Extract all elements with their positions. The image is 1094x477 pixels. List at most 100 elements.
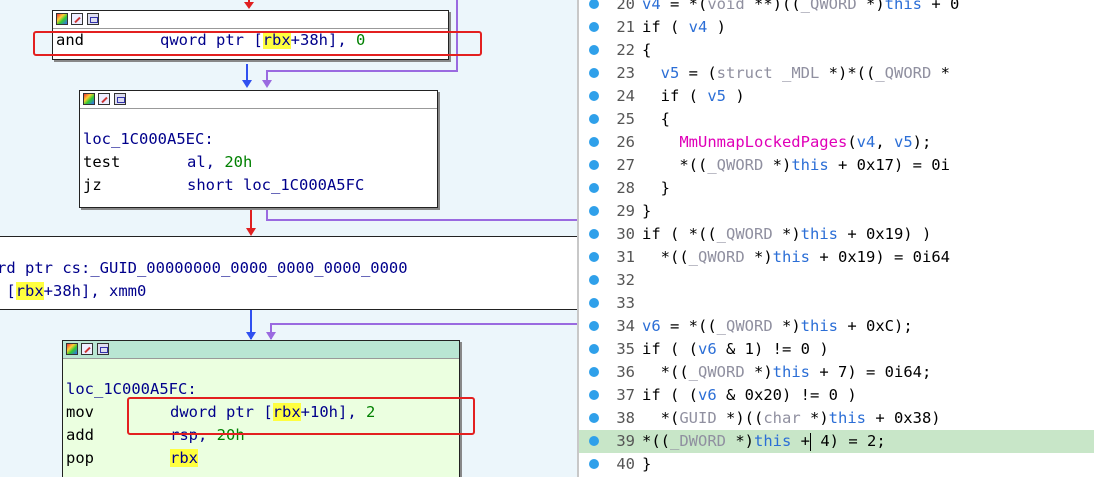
code-text: MmUnmapLockedPages(v4, v5);	[679, 133, 932, 151]
line-number: 31	[616, 248, 635, 266]
breakpoint-dot-icon[interactable]	[589, 367, 599, 377]
arrow-head	[262, 80, 272, 88]
line-number: 20	[616, 0, 635, 13]
breakpoint-dot-icon[interactable]	[589, 137, 599, 147]
arrow-head	[246, 332, 256, 340]
asm-line[interactable]: test al, 20h	[80, 151, 437, 174]
code-line[interactable]: 22 {	[579, 39, 1094, 62]
breakpoint-dot-icon[interactable]	[589, 68, 599, 78]
code-line[interactable]: 33	[579, 292, 1094, 315]
breakpoint-dot-icon[interactable]	[589, 91, 599, 101]
code-line[interactable]: 39 *((_DWORD *)this + 4) = 2;	[579, 430, 1094, 453]
code-text: }	[642, 202, 652, 220]
asm-line[interactable]: [rbx+38h], xmm0	[0, 280, 577, 303]
code-text: if ( *((_QWORD *)this + 0x19) )	[642, 225, 932, 243]
breakpoint-dot-icon[interactable]	[589, 183, 599, 193]
jump-target-link[interactable]: short loc_1C000A5FC	[187, 176, 364, 194]
breakpoint-dot-icon[interactable]	[589, 160, 599, 170]
line-number: 23	[616, 64, 635, 82]
code-text: v6 = *((_QWORD *)this + 0xC);	[642, 317, 913, 335]
edit-icon[interactable]	[71, 13, 83, 25]
breakpoint-dot-icon[interactable]	[589, 252, 599, 262]
breakpoint-dot-icon[interactable]	[589, 436, 599, 446]
window-icon[interactable]	[114, 93, 126, 105]
code-line[interactable]: 38 *(GUID *)((char *)this + 0x38)	[579, 407, 1094, 430]
breakpoint-dot-icon[interactable]	[589, 344, 599, 354]
code-line[interactable]: 31 *((_QWORD *)this + 0x19) = 0i64	[579, 246, 1094, 269]
breakpoint-dot-icon[interactable]	[589, 0, 599, 9]
text-caret	[810, 432, 811, 451]
breakpoint-dot-icon[interactable]	[589, 275, 599, 285]
breakpoint-dot-icon[interactable]	[589, 114, 599, 124]
operand-text: [	[6, 282, 16, 300]
line-number: 33	[616, 294, 635, 312]
location-label: loc_1C000A5FC:	[66, 380, 197, 398]
register-highlight: rbx	[170, 449, 198, 467]
code-text: {	[642, 110, 670, 128]
line-number: 24	[616, 87, 635, 105]
breakpoint-dot-icon[interactable]	[589, 22, 599, 32]
node-header	[63, 341, 459, 359]
window-icon[interactable]	[97, 343, 109, 355]
register-highlight: rbx	[15, 282, 44, 300]
arrow-head	[242, 80, 252, 88]
graph-colors-icon[interactable]	[83, 93, 95, 105]
graph-node-2[interactable]: loc_1C000A5EC: test al, 20h jz short loc_1…	[79, 90, 438, 208]
annotation-box	[33, 31, 482, 56]
line-number: 38	[616, 409, 635, 427]
graph-node-partial[interactable]: rd ptr cs:_GUID_00000000_0000_0000_0000_…	[0, 236, 577, 310]
asm-line[interactable]: pop rbx	[63, 447, 459, 470]
code-line[interactable]: 28 }	[579, 177, 1094, 200]
mnemonic: test	[83, 153, 121, 171]
code-line[interactable]: 35 if ( (v6 & 1) != 0 )	[579, 338, 1094, 361]
code-line[interactable]: 32	[579, 269, 1094, 292]
breakpoint-dot-icon[interactable]	[589, 229, 599, 239]
breakpoint-dot-icon[interactable]	[589, 413, 599, 423]
code-line[interactable]: 24 if ( v5 )	[579, 85, 1094, 108]
code-line[interactable]: 37 if ( (v6 & 0x20) != 0 )	[579, 384, 1094, 407]
asm-label[interactable]: loc_1C000A5EC:	[80, 128, 437, 151]
line-number: 26	[616, 133, 635, 151]
line-number: 34	[616, 317, 635, 335]
code-text: if ( v4 )	[642, 18, 727, 36]
code-line[interactable]: 30 if ( *((_QWORD *)this + 0x19) )	[579, 223, 1094, 246]
breakpoint-dot-icon[interactable]	[589, 298, 599, 308]
code-line[interactable]: 21 if ( v4 )	[579, 16, 1094, 39]
breakpoint-dot-icon[interactable]	[589, 321, 599, 331]
pseudocode-view[interactable]: 20 v4 = *(void **)((_QWORD *)this + 0 21 if…	[579, 0, 1094, 477]
edge-line	[270, 323, 577, 325]
code-text: *((_QWORD *)this + 0x17) = 0i	[642, 156, 950, 174]
edit-icon[interactable]	[98, 93, 110, 105]
code-line[interactable]: 27 *((_QWORD *)this + 0x17) = 0i	[579, 154, 1094, 177]
code-line[interactable]: 26 MmUnmapLockedPages(v4, v5);	[579, 131, 1094, 154]
arrow-head	[244, 2, 254, 9]
window-icon[interactable]	[87, 13, 99, 25]
edge-line	[266, 70, 458, 72]
breakpoint-dot-icon[interactable]	[589, 45, 599, 55]
location-label: loc_1C000A5EC:	[83, 130, 214, 148]
code-line[interactable]: 29}	[579, 200, 1094, 223]
asm-line[interactable]: rd ptr cs:_GUID_00000000_0000_0000_0000_…	[0, 257, 577, 280]
disassembly-graph-view[interactable]: and qword ptr [rbx+38h], 0 loc_1C000A5EC:…	[0, 0, 577, 477]
graph-colors-icon[interactable]	[66, 343, 78, 355]
code-line[interactable]: 40}	[579, 453, 1094, 476]
graph-colors-icon[interactable]	[56, 13, 68, 25]
edge-line	[250, 206, 252, 230]
code-text: v4 = *(void **)((_QWORD *)this + 0	[642, 0, 960, 13]
code-line[interactable]: 23 v5 = (struct _MDL *)*((_QWORD *	[579, 62, 1094, 85]
breakpoint-dot-icon[interactable]	[589, 206, 599, 216]
asm-line[interactable]: jz short loc_1C000A5FC	[80, 174, 437, 197]
line-number: 29	[616, 202, 635, 220]
mnemonic: jz	[83, 176, 102, 194]
code-line[interactable]: 34 v6 = *((_QWORD *)this + 0xC);	[579, 315, 1094, 338]
code-line[interactable]: 20 v4 = *(void **)((_QWORD *)this + 0	[579, 0, 1094, 16]
code-text: *((_QWORD *)this + 0x19) = 0i64	[642, 248, 950, 266]
code-line[interactable]: 36 *((_QWORD *)this + 7) = 0i64;	[579, 361, 1094, 384]
code-line[interactable]: 25 {	[579, 108, 1094, 131]
line-number: 27	[616, 156, 635, 174]
code-text: }	[642, 179, 670, 197]
edit-icon[interactable]	[81, 343, 93, 355]
breakpoint-dot-icon[interactable]	[589, 459, 599, 469]
edge-line	[266, 219, 577, 221]
breakpoint-dot-icon[interactable]	[589, 390, 599, 400]
